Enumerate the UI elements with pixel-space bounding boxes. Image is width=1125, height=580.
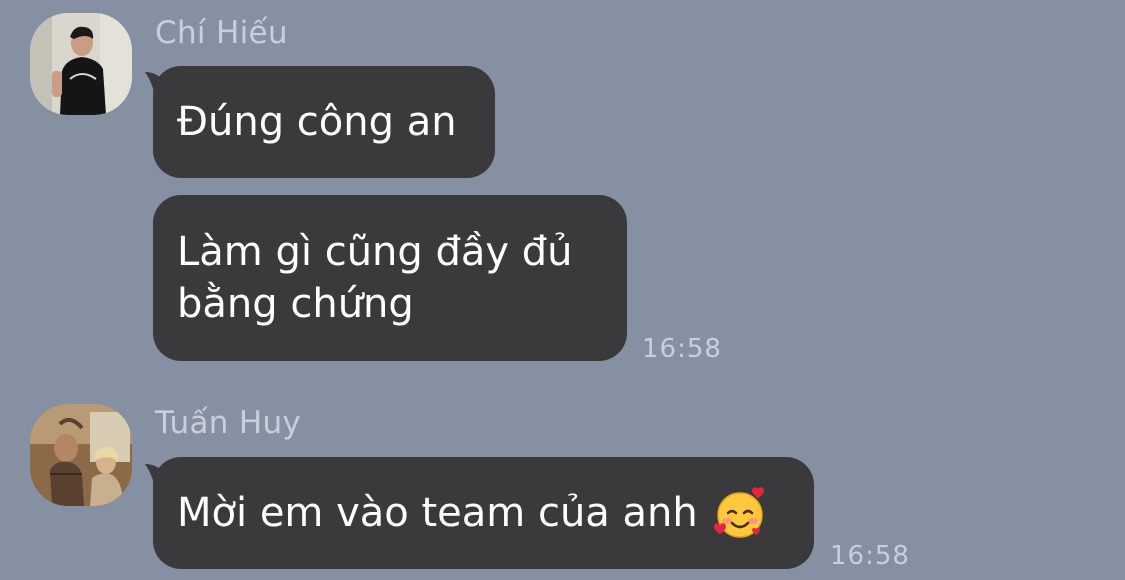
message-bubble[interactable]: Đúng công an [153, 66, 495, 178]
message-timestamp: 16:58 [642, 334, 722, 364]
sender-name: Tuấn Huy [155, 405, 302, 441]
message-text: Đúng công an [177, 99, 457, 145]
message-timestamp: 16:58 [830, 541, 910, 571]
avatar[interactable] [30, 13, 132, 115]
chat-thread: Chí Hiếu Đúng công an Làm gì cũng đầy đủ… [0, 0, 1125, 580]
profile-photo-icon [30, 13, 132, 115]
message-text: Làm gì cũng đầy đủ bằng chứng [177, 229, 573, 327]
profile-photo-icon [30, 404, 132, 506]
message-text: Mời em vào team của anh [177, 490, 698, 536]
avatar[interactable] [30, 404, 132, 506]
message-bubble[interactable]: Làm gì cũng đầy đủ bằng chứng [153, 195, 627, 361]
smiling-face-with-hearts-emoji [713, 487, 764, 538]
message-bubble[interactable]: Mời em vào team của anh [153, 457, 814, 569]
sender-name: Chí Hiếu [155, 15, 288, 51]
